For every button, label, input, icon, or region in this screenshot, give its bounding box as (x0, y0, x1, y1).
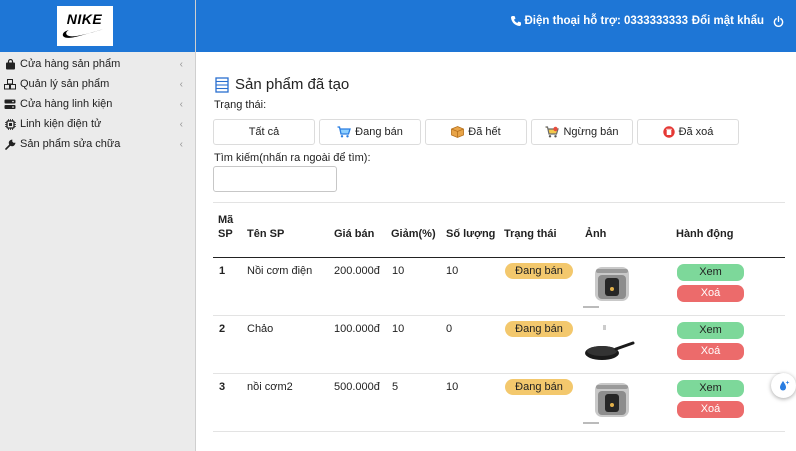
filter-selling-button[interactable]: Đang bán (319, 119, 421, 145)
server-icon (4, 98, 16, 110)
floating-assist-button[interactable] (771, 373, 796, 398)
sidebar-item-label: Linh kiện điện tử (20, 118, 102, 130)
cell-price: 100.000đ (334, 323, 380, 335)
table-row: 3 nồi cơm2 500.000đ 5 10 Đang bán Xem Xo… (213, 374, 785, 432)
products-table: Mã SP Tên SP Giá bán Giảm(%) Số lượng Tr… (213, 202, 785, 432)
product-image-rice-cooker[interactable] (583, 377, 635, 427)
cell-name: Chảo (247, 323, 274, 335)
cell-discount: 5 (392, 381, 399, 393)
sidebar-item-product-management[interactable]: Quản lý sản phẩm ‹ (0, 74, 195, 94)
cell-quantity: 10 (446, 381, 459, 393)
col-header-quantity: Số lượng (446, 228, 496, 240)
cell-name: Nồi cơm điện (247, 265, 313, 277)
cell-id: 1 (219, 265, 226, 277)
sidebar: NIKE Cửa hàng sản phẩm ‹ Quản lý sản phẩ… (0, 0, 196, 451)
view-button[interactable]: Xem (677, 380, 744, 397)
product-image-frying-pan[interactable] (583, 319, 635, 369)
view-button[interactable]: Xem (677, 264, 744, 281)
chevron-left-icon: ‹ (179, 119, 183, 130)
delete-button[interactable]: Xoá (677, 285, 744, 302)
sidebar-nav: Cửa hàng sản phẩm ‹ Quản lý sản phẩm ‹ C… (0, 52, 195, 154)
chevron-left-icon: ‹ (179, 59, 183, 70)
col-header-image: Ảnh (585, 228, 607, 240)
swoosh-icon (62, 28, 107, 38)
sidebar-item-electronic-components[interactable]: Linh kiện điện tử ‹ (0, 114, 195, 134)
product-image-rice-cooker[interactable] (583, 261, 635, 311)
col-header-actions: Hành động (676, 228, 734, 240)
status-filter-group: Tất cả Đang bán Đã hết Ngừng bán Đã xoá (213, 119, 743, 145)
sidebar-item-label: Quản lý sản phẩm (20, 78, 110, 90)
view-button[interactable]: Xem (677, 322, 744, 339)
logo-area: NIKE (0, 0, 195, 52)
sidebar-item-product-store[interactable]: Cửa hàng sản phẩm ‹ (0, 54, 195, 74)
phone-icon (510, 16, 521, 26)
wrench-icon (4, 138, 16, 150)
filter-label: Đang bán (355, 126, 403, 138)
filter-stopped-button[interactable]: Ngừng bán (531, 119, 633, 145)
cell-id: 3 (219, 381, 226, 393)
support-phone[interactable]: Điện thoại hỗ trợ: 0333333333 (510, 15, 689, 27)
list-icon (215, 76, 229, 93)
sidebar-item-label: Cửa hàng linh kiện (20, 98, 113, 110)
table-row: 1 Nồi cơm điện 200.000đ 10 10 Đang bán X… (213, 258, 785, 316)
power-icon[interactable] (773, 15, 784, 27)
status-label: Trạng thái: (214, 99, 267, 111)
cell-quantity: 10 (446, 265, 459, 277)
main-content: Sản phẩm đã tạo Trạng thái: Tất cả Đang … (201, 60, 796, 451)
cell-price: 500.000đ (334, 381, 380, 393)
droplet-icon (779, 380, 789, 390)
cell-quantity: 0 (446, 323, 453, 335)
cart-icon (337, 126, 352, 138)
chevron-left-icon: ‹ (179, 99, 183, 110)
delete-button[interactable]: Xoá (677, 343, 744, 360)
search-label: Tìm kiếm(nhấn ra ngoài để tìm): (214, 152, 371, 164)
cell-price: 200.000đ (334, 265, 380, 277)
sidebar-item-label: Cửa hàng sản phẩm (20, 58, 121, 70)
page-title: Sản phẩm đã tạo (235, 76, 350, 93)
filter-label: Ngừng bán (563, 126, 619, 138)
table-header: Mã SP Tên SP Giá bán Giảm(%) Số lượng Tr… (213, 202, 785, 258)
status-badge: Đang bán (505, 263, 573, 279)
table-row: 2 Chảo 100.000đ 10 0 Đang bán Xem Xoá (213, 316, 785, 374)
filter-all-button[interactable]: Tất cả (213, 119, 315, 145)
stop-cart-icon (545, 126, 560, 138)
brand-logo[interactable]: NIKE (56, 6, 113, 46)
cubes-icon (4, 78, 16, 90)
chevron-left-icon: ‹ (179, 79, 183, 90)
box-icon (451, 126, 465, 138)
filter-deleted-button[interactable]: Đã xoá (637, 119, 739, 145)
filter-sold-out-button[interactable]: Đã hết (425, 119, 527, 145)
filter-label: Đã xoá (678, 126, 714, 138)
support-text: Điện thoại hỗ trợ: 0333333333 (524, 15, 689, 27)
col-header-id: Mã SP (218, 214, 234, 240)
sidebar-item-component-store[interactable]: Cửa hàng linh kiện ‹ (0, 94, 195, 114)
change-password-label: Đổi mật khẩu (691, 15, 764, 27)
filter-label: Tất cả (248, 126, 280, 138)
trash-icon (662, 126, 675, 138)
chip-icon (4, 118, 16, 130)
col-header-name: Tên SP (247, 228, 285, 240)
logo-text: NIKE (66, 11, 103, 27)
top-header: Điện thoại hỗ trợ: 0333333333 Đổi mật kh… (196, 0, 796, 52)
filter-label: Đã hết (468, 126, 501, 138)
chevron-left-icon: ‹ (179, 139, 183, 150)
col-header-status: Trạng thái (504, 228, 557, 240)
search-input[interactable] (213, 166, 337, 192)
cell-discount: 10 (392, 323, 405, 335)
cell-discount: 10 (392, 265, 405, 277)
col-header-price: Giá bán (334, 228, 375, 240)
sidebar-item-label: Sản phẩm sửa chữa (20, 138, 121, 150)
sidebar-item-repair-products[interactable]: Sản phẩm sửa chữa ‹ (0, 134, 195, 154)
delete-button[interactable]: Xoá (677, 401, 744, 418)
shopping-bag-icon (4, 58, 16, 70)
change-password-link[interactable]: Đổi mật khẩu (692, 15, 784, 27)
status-badge: Đang bán (505, 379, 573, 395)
cell-id: 2 (219, 323, 226, 335)
col-header-discount: Giảm(%) (391, 228, 436, 240)
cell-name: nồi cơm2 (247, 381, 293, 393)
page-title-row: Sản phẩm đã tạo (215, 76, 349, 93)
status-badge: Đang bán (505, 321, 573, 337)
